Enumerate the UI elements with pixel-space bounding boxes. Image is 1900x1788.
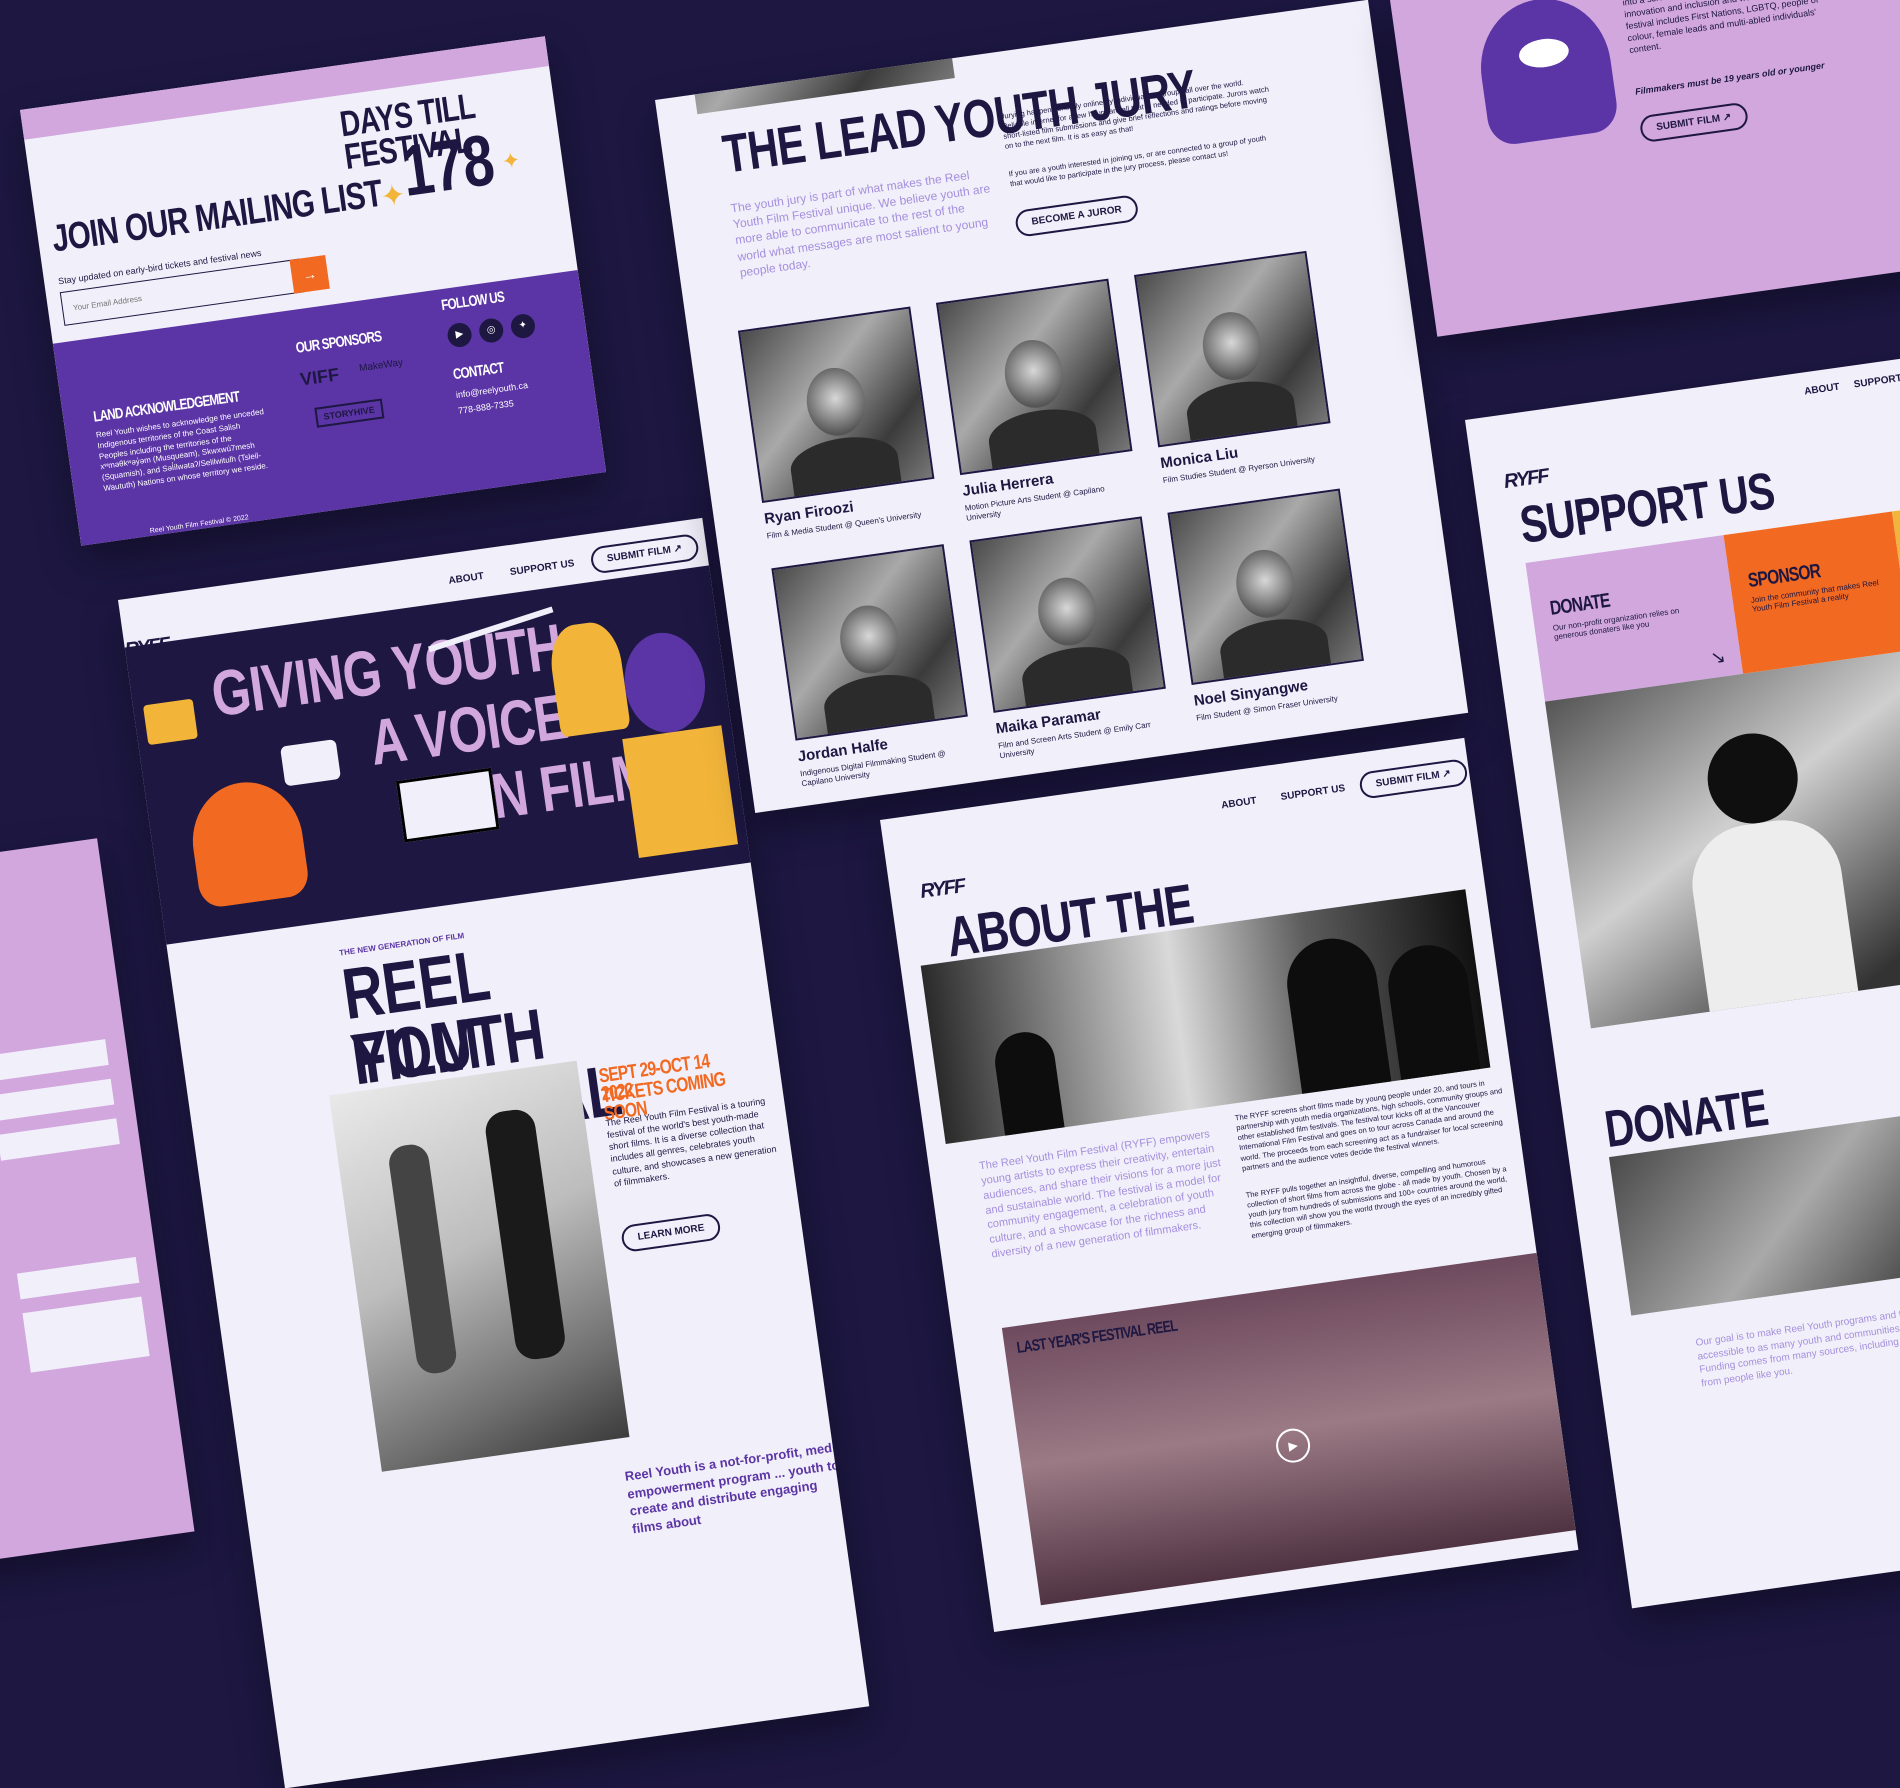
megaphone-icon — [142, 698, 199, 746]
tagline: Reel Youth is a not-for-profit, media em… — [623, 1438, 844, 1537]
sparkle-icon: ✦ — [500, 146, 522, 175]
jury-member: Jordan Halfe Indigenous Digital Filmmaki… — [771, 544, 970, 790]
form-card-partial — [0, 838, 195, 1574]
mockup-stage: DAYS TILL FESTIVAL 178 ✦ ✦ JOIN OUR MAIL… — [0, 0, 1900, 1788]
form-field[interactable] — [0, 1039, 109, 1082]
form-textarea[interactable] — [22, 1296, 150, 1373]
jury-photo — [1167, 488, 1364, 686]
youtube-icon[interactable]: ▶ — [446, 321, 474, 349]
arrow-down-right-icon: ↘ — [1709, 646, 1727, 669]
jury-member: Maika Paramar Film and Screen Arts Stude… — [969, 516, 1168, 762]
contact-email[interactable]: info@reelyouth.ca — [455, 380, 528, 400]
about-lead: The Reel Youth Film Festival (RYFF) empo… — [978, 1128, 1222, 1261]
submit-info-text: The films that toured are all chosen by … — [1621, 0, 1819, 56]
join-title: JOIN OUR MAILING LIST — [49, 172, 385, 261]
submit-film-button[interactable]: SUBMIT FILM ↗ — [1638, 101, 1749, 144]
sponsors-title: OUR SPONSORS — [294, 328, 383, 357]
become-a-juror-button[interactable]: BECOME A JUROR — [1013, 194, 1140, 238]
about-card: ABOUT SUPPORT US SUBMIT FILM ↗ RYFF ABOU… — [880, 737, 1579, 1633]
donate-panel[interactable]: DONATE Our non-profit organization relie… — [1525, 535, 1744, 702]
nav-about[interactable]: ABOUT — [1804, 382, 1841, 398]
sponsor-logo-storyhive: STORYHIVE — [314, 398, 384, 428]
girl-illustration — [185, 775, 311, 910]
reel-video[interactable]: LAST YEAR'S FESTIVAL REEL ▶ — [1001, 1252, 1576, 1606]
jury-photo — [771, 544, 968, 741]
nav-about[interactable]: ABOUT — [1221, 795, 1258, 811]
reel-title: LAST YEAR'S FESTIVAL REEL — [1015, 1317, 1179, 1358]
jury-member: Julia Herrera Motion Picture Arts Studen… — [935, 278, 1135, 524]
sponsor-panel[interactable]: SPONSOR Join the community that makes Re… — [1723, 511, 1900, 674]
ryff-logo[interactable]: RYFF — [1503, 465, 1550, 494]
jury-photo — [737, 306, 935, 504]
hero-illustration: GIVING YOUTH A VOICE IN FILM — [118, 564, 761, 948]
sponsor-logo-makeway: MakeWay — [358, 357, 404, 375]
contact-phone[interactable]: 778-888-7335 — [457, 398, 514, 416]
sponsor-logo-viff: VIFF — [298, 364, 341, 390]
nav-about[interactable]: ABOUT — [448, 571, 485, 587]
twitter-icon[interactable]: ✦ — [509, 312, 537, 340]
support-photo — [1544, 634, 1900, 1029]
jury-member: Noel Sinyangwe Film Student @ Simon Fras… — [1167, 488, 1365, 724]
sponsor-panel-title: SPONSOR — [1746, 560, 1822, 593]
jury-photo — [969, 516, 1166, 713]
donate-body: Our goal is to make Reel Youth programs … — [1694, 1303, 1900, 1389]
jury-photo — [935, 278, 1133, 476]
donate-panel-title: DONATE — [1548, 589, 1612, 620]
hero-photo — [329, 1060, 630, 1472]
clapperboard-icon — [395, 767, 500, 843]
form-select[interactable] — [0, 1118, 120, 1161]
contact-title: CONTACT — [451, 359, 505, 384]
eye-camera-illustration — [1472, 0, 1621, 148]
jury-card: THE LEAD YOUTH JURY The youth jury is pa… — [655, 0, 1469, 813]
submit-film-button[interactable]: SUBMIT FILM ↗ — [1358, 758, 1469, 800]
play-icon[interactable]: ▶ — [1273, 1426, 1313, 1465]
follow-title: FOLLOW US — [440, 288, 506, 315]
form-field[interactable] — [16, 1256, 140, 1300]
nav-support-us[interactable]: SUPPORT US — [509, 558, 575, 578]
form-field[interactable] — [0, 1078, 115, 1122]
learn-more-button[interactable]: LEARN MORE — [620, 1212, 723, 1253]
eye-icon — [1517, 35, 1571, 71]
copyright: Reel Youth Film Festival © 2022 — [149, 514, 250, 535]
ryff-logo[interactable]: RYFF — [919, 875, 966, 904]
jury-member: Ryan Firoozi Film & Media Student @ Quee… — [737, 306, 936, 542]
jury-photo — [1134, 250, 1331, 448]
jury-intro: The youth jury is part of what makes the… — [729, 168, 992, 280]
camera-icon — [280, 739, 342, 787]
mailing-footer-card: DAYS TILL FESTIVAL 178 ✦ ✦ JOIN OUR MAIL… — [20, 36, 607, 546]
email-submit-button[interactable]: → — [289, 254, 330, 294]
age-note: Filmmakers must be 19 years old or young… — [1634, 60, 1826, 97]
nav-support-us[interactable]: SUPPORT US — [1280, 783, 1346, 803]
flower-shirt-illustration — [622, 725, 739, 859]
submit-info-card: The films that toured are all chosen by … — [1390, 0, 1900, 337]
jury-member: Monica Liu Film Studies Student @ Ryerso… — [1134, 250, 1332, 486]
instagram-icon[interactable]: ◎ — [477, 317, 505, 345]
nav-support[interactable]: SUPPORT — [1853, 373, 1900, 391]
